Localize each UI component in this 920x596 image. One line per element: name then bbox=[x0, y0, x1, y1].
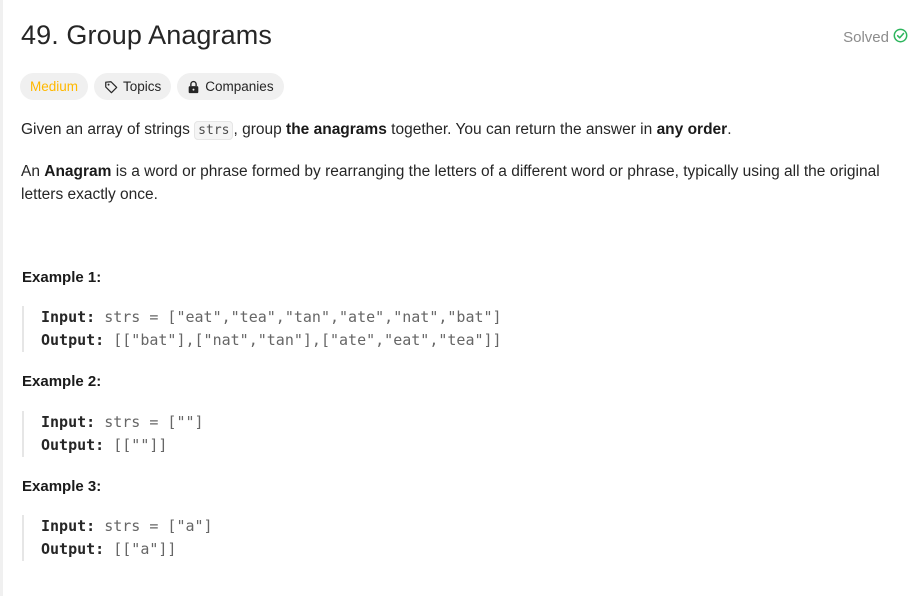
description-paragraph: Given an array of strings strs, group th… bbox=[21, 118, 906, 142]
companies-button[interactable]: Companies bbox=[177, 73, 284, 100]
companies-label: Companies bbox=[205, 79, 274, 94]
description-text: together. You can return the answer in bbox=[386, 121, 657, 138]
bold-text: Anagram bbox=[44, 163, 112, 180]
problem-title[interactable]: 49. Group Anagrams bbox=[21, 20, 272, 51]
topics-button[interactable]: Topics bbox=[94, 73, 172, 100]
output-label: Output: bbox=[41, 540, 105, 558]
description-text: An bbox=[21, 163, 45, 180]
input-label: Input: bbox=[41, 517, 96, 535]
example-title: Example 2: bbox=[22, 373, 102, 390]
output-value: [[""]] bbox=[104, 436, 168, 454]
example-output-line: Output: [[""]] bbox=[41, 434, 622, 457]
bold-text: any order bbox=[656, 121, 728, 138]
input-value: strs = ["eat","tea","tan","ate","nat","b… bbox=[95, 308, 502, 326]
description-text: Given an array of strings bbox=[21, 121, 195, 138]
example-input-line: Input: strs = ["eat","tea","tan","ate","… bbox=[41, 306, 622, 329]
difficulty-badge: Medium bbox=[20, 73, 89, 100]
output-value: [["bat"],["nat","tan"],["ate","eat","tea… bbox=[104, 331, 502, 349]
input-value: strs = ["a"] bbox=[95, 517, 213, 535]
input-label: Input: bbox=[41, 308, 96, 326]
description-text: , group bbox=[233, 121, 287, 138]
panel-left-border bbox=[0, 0, 3, 596]
output-label: Output: bbox=[41, 436, 105, 454]
input-value: strs = [""] bbox=[95, 413, 204, 431]
example-title: Example 1: bbox=[22, 269, 102, 286]
example-input-line: Input: strs = [""] bbox=[41, 411, 622, 434]
example-input-line: Input: strs = ["a"] bbox=[41, 515, 622, 538]
anagram-definition-paragraph: An Anagram is a word or phrase formed by… bbox=[21, 160, 906, 206]
tag-icon bbox=[104, 80, 118, 94]
solved-status: Solved bbox=[843, 28, 908, 47]
example-output-line: Output: [["bat"],["nat","tan"],["ate","e… bbox=[41, 329, 622, 352]
output-label: Output: bbox=[41, 331, 105, 349]
problem-header: 49. Group Anagrams Solved bbox=[21, 20, 908, 56]
inline-code: strs bbox=[194, 121, 234, 140]
bold-text: the anagrams bbox=[286, 121, 387, 138]
example-block: Input: strs = ["eat","tea","tan","ate","… bbox=[22, 306, 622, 352]
topics-label: Topics bbox=[123, 79, 162, 94]
example-output-line: Output: [["a"]] bbox=[41, 538, 622, 561]
lock-icon bbox=[187, 80, 200, 94]
example-block: Input: strs = [""] Output: [[""]] bbox=[22, 411, 622, 457]
tag-row: Medium Topics Companies bbox=[20, 73, 284, 100]
input-label: Input: bbox=[41, 413, 96, 431]
output-value: [["a"]] bbox=[104, 540, 177, 558]
solved-label: Solved bbox=[843, 29, 889, 46]
example-block: Input: strs = ["a"] Output: [["a"]] bbox=[22, 515, 622, 561]
description-text: is a word or phrase formed by rearrangin… bbox=[21, 163, 880, 203]
example-title: Example 3: bbox=[22, 478, 102, 495]
difficulty-label: Medium bbox=[30, 79, 79, 94]
check-circle-icon bbox=[893, 28, 908, 47]
description-text: . bbox=[727, 121, 732, 138]
